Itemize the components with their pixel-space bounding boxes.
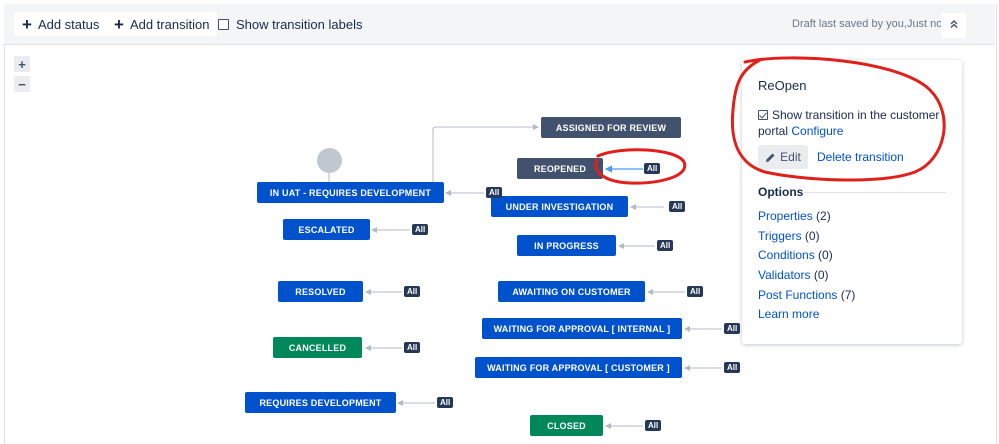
all-transition-badge-awaiting-on-customer[interactable]: All — [687, 286, 704, 297]
status-label: UNDER INVESTIGATION — [505, 201, 614, 212]
pencil-icon — [765, 152, 776, 163]
checkbox-checked-icon[interactable] — [758, 110, 768, 120]
status-reopened[interactable]: REOPENED — [517, 158, 603, 179]
transition-details-panel: ReOpen Show transition in the customer p… — [742, 60, 962, 344]
show-in-portal-label: Show transition in the customer portal — [758, 108, 940, 138]
option-triggers[interactable]: Triggers (0) — [758, 229, 820, 243]
status-label: IN PROGRESS — [534, 240, 599, 251]
status-label: ASSIGNED FOR REVIEW — [555, 122, 667, 133]
status-label: IN UAT - REQUIRES DEVELOPMENT — [269, 187, 432, 198]
all-transition-badge-in-progress[interactable]: All — [657, 240, 674, 251]
all-transition-badge-escalated[interactable]: All — [412, 224, 429, 235]
option-count: (0) — [804, 229, 820, 243]
all-transition-badge-resolved[interactable]: All — [404, 286, 421, 297]
edit-label: Edit — [780, 150, 801, 164]
status-label: CANCELLED — [288, 342, 347, 353]
option-properties[interactable]: Properties (2) — [758, 209, 831, 223]
status-label: WAITING FOR APPROVAL [ INTERNAL ] — [493, 323, 671, 334]
status-label: WAITING FOR APPROVAL [ CUSTOMER ] — [487, 362, 670, 373]
status-label: REQUIRES DEVELOPMENT — [259, 397, 382, 408]
all-transition-badge-under-investigation[interactable]: All — [669, 201, 686, 212]
all-transition-badge-closed[interactable]: All — [645, 420, 662, 431]
option-count: (7) — [840, 288, 856, 302]
option-label[interactable]: Post Functions — [758, 288, 837, 302]
status-in-progress[interactable]: IN PROGRESS — [517, 235, 616, 256]
configure-link[interactable]: Configure — [791, 124, 843, 138]
status-under-investigation[interactable]: UNDER INVESTIGATION — [491, 196, 628, 217]
option-label[interactable]: Triggers — [758, 229, 802, 243]
option-count: (0) — [818, 248, 833, 262]
status-cancelled[interactable]: CANCELLED — [273, 337, 362, 358]
all-transition-badge-waiting-internal[interactable]: All — [724, 323, 741, 334]
options-divider — [804, 192, 946, 193]
options-heading: Options — [758, 185, 804, 199]
status-label: AWAITING ON CUSTOMER — [512, 286, 631, 297]
option-count: (2) — [816, 209, 831, 223]
status-closed[interactable]: CLOSED — [530, 415, 603, 436]
status-label: ESCALATED — [298, 224, 355, 235]
edit-button[interactable]: Edit — [758, 145, 808, 169]
option-post-functions[interactable]: Post Functions (7) — [758, 288, 855, 302]
all-transition-badge-reopened[interactable]: All — [644, 163, 661, 174]
option-count: (0) — [813, 268, 829, 282]
delete-transition-link[interactable]: Delete transition — [817, 150, 904, 164]
all-transition-badge-requires-development[interactable]: All — [437, 397, 454, 408]
all-transition-badge-cancelled[interactable]: All — [404, 342, 421, 353]
option-conditions[interactable]: Conditions (0) — [758, 248, 833, 262]
status-escalated[interactable]: ESCALATED — [283, 219, 370, 240]
status-requires-development[interactable]: REQUIRES DEVELOPMENT — [245, 392, 396, 413]
all-transition-badge-in-uat[interactable]: All — [486, 187, 503, 198]
learn-more-link[interactable]: Learn more — [758, 307, 819, 321]
status-awaiting-on-customer[interactable]: AWAITING ON CUSTOMER — [498, 281, 645, 302]
status-label: CLOSED — [547, 420, 586, 431]
show-in-portal-option: Show transition in the customer portal C… — [758, 107, 958, 139]
option-validators[interactable]: Validators (0) — [758, 268, 829, 282]
status-resolved[interactable]: RESOLVED — [278, 281, 363, 302]
transition-name: ReOpen — [758, 78, 807, 93]
start-node[interactable] — [317, 148, 342, 173]
status-assigned-for-review[interactable]: ASSIGNED FOR REVIEW — [541, 117, 681, 138]
learn-more-label[interactable]: Learn more — [758, 307, 819, 321]
option-label[interactable]: Validators — [758, 268, 810, 282]
status-label: RESOLVED — [295, 286, 346, 297]
all-transition-badge-waiting-customer[interactable]: All — [724, 362, 741, 373]
option-label[interactable]: Properties — [758, 209, 813, 223]
status-label: REOPENED — [533, 163, 587, 174]
option-label[interactable]: Conditions — [758, 248, 815, 262]
status-waiting-for-approval-customer[interactable]: WAITING FOR APPROVAL [ CUSTOMER ] — [475, 357, 682, 378]
status-waiting-for-approval-internal[interactable]: WAITING FOR APPROVAL [ INTERNAL ] — [482, 318, 682, 339]
status-in-uat-requires-development[interactable]: IN UAT - REQUIRES DEVELOPMENT — [257, 182, 444, 203]
